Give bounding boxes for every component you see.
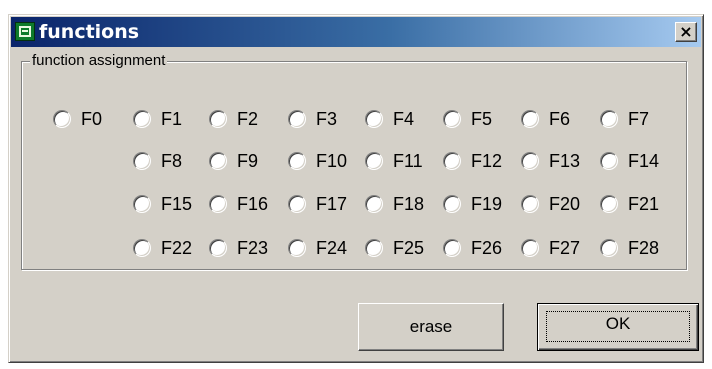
radio-circle[interactable] <box>600 195 618 213</box>
radio-circle[interactable] <box>521 110 539 128</box>
radio-circle[interactable] <box>521 239 539 257</box>
radio-f3[interactable]: F3 <box>288 108 366 132</box>
ok-button-label: OK <box>605 314 631 333</box>
radio-label: F9 <box>237 151 259 171</box>
radio-f7[interactable]: F7 <box>600 108 678 132</box>
radio-label: F17 <box>316 194 348 214</box>
radio-f12[interactable]: F12 <box>443 150 521 174</box>
radio-label: F7 <box>628 109 650 129</box>
radio-label: F15 <box>161 194 193 214</box>
radio-circle[interactable] <box>288 152 306 170</box>
radio-circle[interactable] <box>521 152 539 170</box>
radio-circle[interactable] <box>209 152 227 170</box>
radio-label: F13 <box>549 151 581 171</box>
radio-label: F24 <box>316 238 348 258</box>
radio-label: F4 <box>393 109 415 129</box>
radio-label: F27 <box>549 238 581 258</box>
radio-label: F26 <box>471 238 503 258</box>
radio-label: F5 <box>471 109 493 129</box>
radio-circle[interactable] <box>133 152 151 170</box>
radio-label: F22 <box>161 238 193 258</box>
radio-f11[interactable]: F11 <box>365 150 443 174</box>
radio-f18[interactable]: F18 <box>365 193 443 217</box>
radio-circle[interactable] <box>288 110 306 128</box>
erase-button[interactable]: erase <box>358 303 504 351</box>
radio-f26[interactable]: F26 <box>443 237 521 261</box>
radio-circle[interactable] <box>209 239 227 257</box>
ok-button[interactable]: OK <box>537 303 699 351</box>
radio-f16[interactable]: F16 <box>209 193 287 217</box>
radio-label: F21 <box>628 194 660 214</box>
radio-circle[interactable] <box>365 239 383 257</box>
radio-label: F20 <box>549 194 581 214</box>
radio-label: F2 <box>237 109 259 129</box>
radio-f2[interactable]: F2 <box>209 108 287 132</box>
radio-f4[interactable]: F4 <box>365 108 443 132</box>
radio-label: F10 <box>316 151 348 171</box>
radio-circle[interactable] <box>365 110 383 128</box>
radio-label: F11 <box>393 151 423 171</box>
radio-f6[interactable]: F6 <box>521 108 599 132</box>
radio-circle[interactable] <box>133 110 151 128</box>
radio-f14[interactable]: F14 <box>600 150 678 174</box>
function-assignment-label: function assignment <box>30 52 168 69</box>
radio-f1[interactable]: F1 <box>133 108 211 132</box>
radio-circle[interactable] <box>443 239 461 257</box>
radio-circle[interactable] <box>365 152 383 170</box>
radio-label: F16 <box>237 194 269 214</box>
radio-f17[interactable]: F17 <box>288 193 366 217</box>
radio-circle[interactable] <box>443 110 461 128</box>
radio-circle[interactable] <box>365 195 383 213</box>
radio-circle[interactable] <box>209 110 227 128</box>
radio-label: F25 <box>393 238 425 258</box>
radio-circle[interactable] <box>521 195 539 213</box>
radio-f19[interactable]: F19 <box>443 193 521 217</box>
radio-circle[interactable] <box>443 152 461 170</box>
radio-circle[interactable] <box>53 110 71 128</box>
radio-label: F8 <box>161 151 183 171</box>
radio-label: F28 <box>628 238 660 258</box>
window-title: functions <box>39 21 140 43</box>
radio-circle[interactable] <box>288 239 306 257</box>
radio-label: F23 <box>237 238 269 258</box>
radio-label: F18 <box>393 194 425 214</box>
radio-circle[interactable] <box>133 195 151 213</box>
radio-label: F3 <box>316 109 338 129</box>
radio-label: F1 <box>161 109 183 129</box>
radio-f20[interactable]: F20 <box>521 193 599 217</box>
radio-f5[interactable]: F5 <box>443 108 521 132</box>
radio-f15[interactable]: F15 <box>133 193 211 217</box>
radio-circle[interactable] <box>600 239 618 257</box>
title-bar[interactable]: functions × <box>11 17 701 47</box>
radio-f23[interactable]: F23 <box>209 237 287 261</box>
radio-circle[interactable] <box>288 195 306 213</box>
radio-circle[interactable] <box>443 195 461 213</box>
radio-f28[interactable]: F28 <box>600 237 678 261</box>
radio-circle[interactable] <box>600 110 618 128</box>
radio-circle[interactable] <box>600 152 618 170</box>
radio-f25[interactable]: F25 <box>365 237 443 261</box>
radio-label: F0 <box>81 109 103 129</box>
radio-f0[interactable]: F0 <box>53 108 131 132</box>
radio-label: F6 <box>549 109 571 129</box>
radio-f13[interactable]: F13 <box>521 150 599 174</box>
radio-circle[interactable] <box>133 239 151 257</box>
radio-label: F14 <box>628 151 660 171</box>
radio-f21[interactable]: F21 <box>600 193 678 217</box>
app-icon <box>15 22 35 41</box>
radio-label: F19 <box>471 194 503 214</box>
radio-f8[interactable]: F8 <box>133 150 211 174</box>
radio-circle[interactable] <box>209 195 227 213</box>
radio-f24[interactable]: F24 <box>288 237 366 261</box>
radio-f10[interactable]: F10 <box>288 150 366 174</box>
radio-f27[interactable]: F27 <box>521 237 599 261</box>
radio-f22[interactable]: F22 <box>133 237 211 261</box>
close-button[interactable]: × <box>675 22 697 42</box>
radio-label: F12 <box>471 151 503 171</box>
radio-f9[interactable]: F9 <box>209 150 287 174</box>
